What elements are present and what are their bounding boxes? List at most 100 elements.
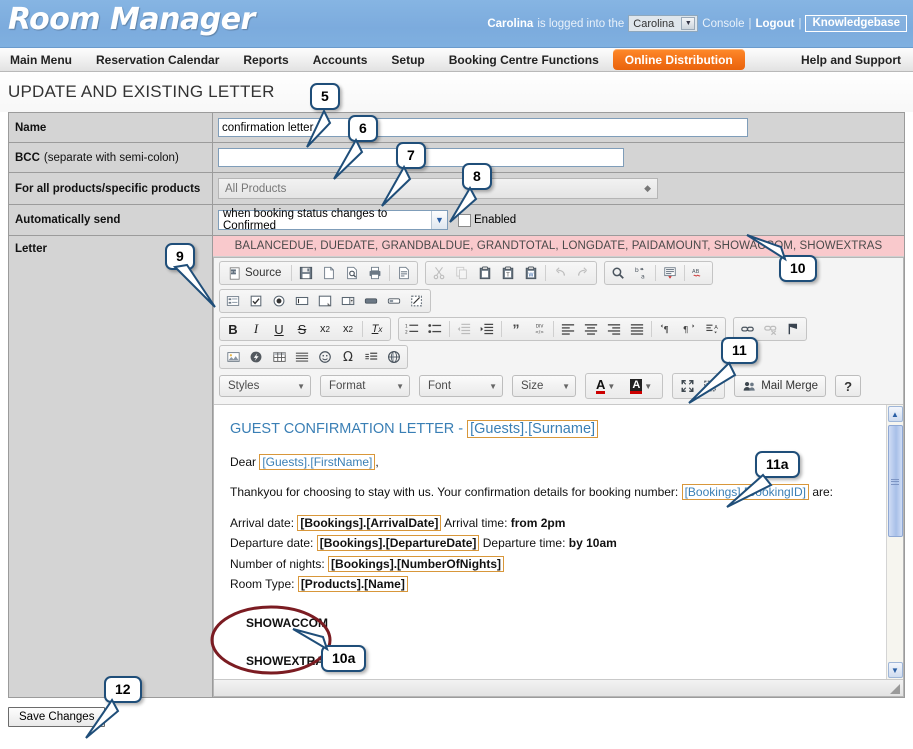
- bcc-input[interactable]: [218, 148, 624, 167]
- source-button[interactable]: <> Source: [222, 263, 288, 283]
- letter-content[interactable]: GUEST CONFIRMATION LETTER - [Guests].[Su…: [214, 405, 886, 679]
- text-field-icon[interactable]: [291, 291, 313, 311]
- align-left-icon[interactable]: [557, 319, 579, 339]
- nav-item-booking-centre-functions[interactable]: Booking Centre Functions: [437, 48, 611, 71]
- button-icon[interactable]: [360, 291, 382, 311]
- image-button-icon[interactable]: [383, 291, 405, 311]
- merge-field-guest-surname[interactable]: [Guests].[Surname]: [467, 420, 599, 438]
- form-icon[interactable]: [222, 291, 244, 311]
- nav-item-reservation-calendar[interactable]: Reservation Calendar: [84, 48, 231, 71]
- mail-merge-button[interactable]: Mail Merge: [734, 375, 827, 397]
- editor-help-button[interactable]: ?: [835, 375, 862, 397]
- merge-field-arrival-date[interactable]: [Bookings].[ArrivalDate]: [297, 514, 442, 531]
- nav-item-main-menu[interactable]: Main Menu: [0, 48, 84, 71]
- styles-combo[interactable]: Styles ▼: [219, 375, 311, 397]
- bold-icon[interactable]: B: [222, 319, 244, 339]
- paste-word-icon[interactable]: W: [520, 263, 542, 283]
- bulleted-list-icon[interactable]: [424, 319, 446, 339]
- merge-field-number-of-nights[interactable]: [Bookings].[NumberOfNights]: [328, 555, 505, 572]
- align-right-icon[interactable]: [603, 319, 625, 339]
- smiley-icon[interactable]: [314, 347, 336, 367]
- superscript-icon[interactable]: x2: [337, 319, 359, 339]
- paste-text-icon[interactable]: T: [497, 263, 519, 283]
- scrollbar-thumb[interactable]: [887, 425, 903, 537]
- hidden-field-icon[interactable]: [406, 291, 428, 311]
- size-combo[interactable]: Size ▼: [512, 375, 576, 397]
- new-page-icon[interactable]: [318, 263, 340, 283]
- nav-item-setup[interactable]: Setup: [379, 48, 436, 71]
- horizontal-rule-icon[interactable]: [291, 347, 313, 367]
- merge-field-departure-date[interactable]: [Bookings].[DepartureDate]: [316, 535, 480, 552]
- svg-text:1: 1: [405, 323, 408, 329]
- bg-color-button[interactable]: A ▼: [623, 376, 659, 396]
- subscript-icon[interactable]: x2: [314, 319, 336, 339]
- enabled-checkbox[interactable]: [458, 213, 471, 227]
- merge-field-guest-firstname[interactable]: [Guests].[FirstName]: [259, 454, 376, 471]
- templates-icon[interactable]: [393, 263, 415, 283]
- underline-icon[interactable]: U: [268, 319, 290, 339]
- anchor-icon[interactable]: [782, 319, 804, 339]
- print-icon[interactable]: [364, 263, 386, 283]
- scroll-up-icon[interactable]: ▲: [887, 406, 903, 422]
- strike-icon[interactable]: S: [291, 319, 313, 339]
- undo-icon[interactable]: [549, 263, 571, 283]
- nav-item-reports[interactable]: Reports: [231, 48, 300, 71]
- spellcheck-icon[interactable]: AB: [688, 263, 710, 283]
- scroll-down-icon[interactable]: ▼: [887, 662, 903, 678]
- italic-icon[interactable]: I: [245, 319, 267, 339]
- merge-field-booking-id[interactable]: [Bookings].[BookingID]: [681, 484, 809, 501]
- resize-grip-icon[interactable]: [889, 683, 901, 695]
- ltr-icon[interactable]: ¶: [655, 319, 677, 339]
- textarea-icon[interactable]: [314, 291, 336, 311]
- iframe-icon[interactable]: [383, 347, 405, 367]
- format-combo[interactable]: Format ▼: [320, 375, 410, 397]
- enabled-checkbox-wrap[interactable]: Enabled: [458, 213, 516, 227]
- nav-item-accounts[interactable]: Accounts: [301, 48, 380, 71]
- table-icon[interactable]: [268, 347, 290, 367]
- paste-icon[interactable]: [474, 263, 496, 283]
- select-field-icon[interactable]: [337, 291, 359, 311]
- blockquote-icon[interactable]: ”: [505, 319, 527, 339]
- remove-format-icon[interactable]: Tx: [366, 319, 388, 339]
- cut-icon[interactable]: [428, 263, 450, 283]
- save-icon[interactable]: [295, 263, 317, 283]
- div-container-icon[interactable]: DIV </>: [528, 319, 550, 339]
- copy-icon[interactable]: [451, 263, 473, 283]
- automatically-send-select[interactable]: when booking status changes to Confirmed…: [218, 208, 448, 232]
- scrollbar-track[interactable]: [887, 423, 903, 661]
- name-input[interactable]: [218, 118, 748, 137]
- unlink-icon[interactable]: [759, 319, 781, 339]
- text-color-button[interactable]: A ▼: [589, 376, 622, 396]
- maximize-icon[interactable]: [676, 376, 698, 396]
- font-combo[interactable]: Font ▼: [419, 375, 503, 397]
- save-changes-button[interactable]: Save Changes: [8, 707, 106, 727]
- merge-field-product-name[interactable]: [Products].[Name]: [297, 575, 408, 592]
- numbered-list-icon[interactable]: 12: [401, 319, 423, 339]
- rtl-icon[interactable]: ¶: [678, 319, 700, 339]
- flash-icon[interactable]: [245, 347, 267, 367]
- radio-icon[interactable]: [268, 291, 290, 311]
- logout-link[interactable]: Logout: [755, 18, 794, 30]
- replace-icon[interactable]: ba: [630, 263, 652, 283]
- redo-icon[interactable]: [572, 263, 594, 283]
- align-center-icon[interactable]: [580, 319, 602, 339]
- nav-item-online-distribution[interactable]: Online Distribution: [612, 49, 745, 70]
- special-char-icon[interactable]: Ω: [337, 347, 359, 367]
- select-all-icon[interactable]: [659, 263, 681, 283]
- language-icon[interactable]: A: [701, 319, 723, 339]
- preview-icon[interactable]: [341, 263, 363, 283]
- nav-item-help-and-support[interactable]: Help and Support: [789, 48, 913, 71]
- page-break-icon[interactable]: [360, 347, 382, 367]
- console-select[interactable]: Carolina ▼: [628, 15, 699, 32]
- indent-icon[interactable]: [476, 319, 498, 339]
- show-blocks-icon[interactable]: [699, 376, 721, 396]
- image-icon[interactable]: [222, 347, 244, 367]
- products-select[interactable]: All Products ◆: [218, 178, 658, 199]
- knowledgebase-button[interactable]: Knowledgebase: [805, 15, 907, 32]
- editor-scrollbar[interactable]: ▲ ▼: [886, 405, 903, 679]
- outdent-icon[interactable]: [453, 319, 475, 339]
- checkbox-icon[interactable]: [245, 291, 267, 311]
- link-icon[interactable]: [736, 319, 758, 339]
- find-icon[interactable]: [607, 263, 629, 283]
- justify-icon[interactable]: [626, 319, 648, 339]
